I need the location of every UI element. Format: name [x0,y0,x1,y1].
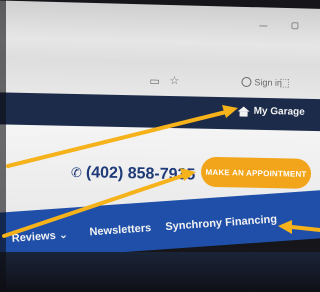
screen-bezel-bottom [0,252,320,292]
extensions-icon[interactable]: ⬚ [279,77,290,89]
screen-bezel-left [0,0,6,292]
phone-number: (402) 858-7935 [85,164,196,184]
my-garage-label: My Garage [253,105,305,118]
phone-link[interactable]: ✆ (402) 858-7935 [71,164,196,185]
house-icon [238,106,250,116]
profile-icon [241,76,252,88]
maximize-icon[interactable] [291,22,299,30]
nav-item-synchrony-financing[interactable]: Synchrony Financing [165,213,277,233]
favorite-star-icon[interactable]: ☆ [169,75,179,87]
sign-in-label: Sign in [254,77,283,88]
nav-item-newsletters[interactable]: Newsletters [89,222,151,238]
minimize-icon[interactable] [259,25,268,27]
nav-item-reviews[interactable]: Reviews ⌄ [11,228,68,245]
phone-icon: ✆ [70,164,83,181]
photo-scene: ▭ ☆ Sign in ⬚ My Garage ✆ (402) 858-7935… [0,0,320,292]
make-appointment-button[interactable]: MAKE AN APPOINTMENT [200,156,312,189]
sign-in-button[interactable]: Sign in [241,76,283,88]
my-garage-link[interactable]: My Garage [238,105,305,118]
reader-view-icon[interactable]: ▭ [149,75,160,87]
